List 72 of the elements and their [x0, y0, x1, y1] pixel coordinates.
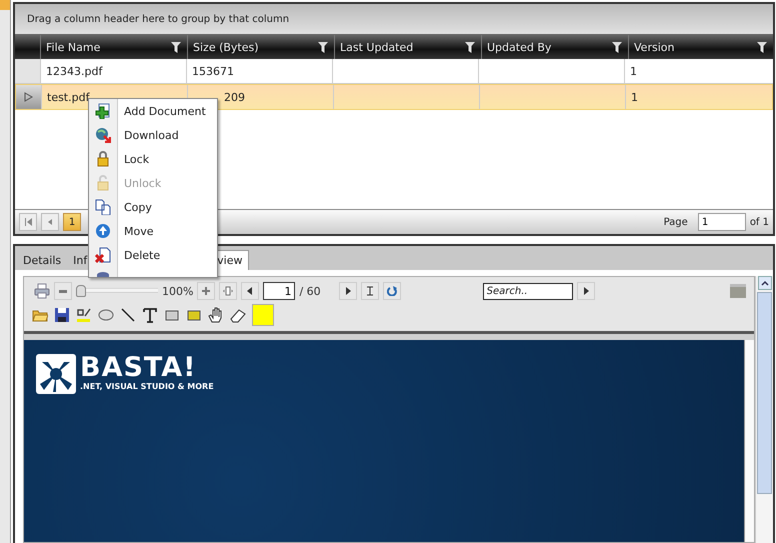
highlight-text-icon[interactable]	[76, 307, 92, 323]
text-select-button[interactable]	[360, 282, 379, 300]
logo-wordmark: BASTA!	[80, 354, 198, 382]
table-cell-text: 1	[630, 90, 639, 106]
column-title: Updated By	[487, 40, 552, 54]
menu-item[interactable]: Lock	[89, 147, 217, 171]
table-cell: 153671	[187, 59, 333, 83]
printer-icon[interactable]	[34, 283, 50, 299]
zoom-out-button[interactable]	[54, 282, 72, 300]
text-select-icon	[364, 286, 375, 296]
column-title: File Name	[46, 40, 100, 54]
scroll-thumb[interactable]	[757, 292, 772, 494]
panel-toggle-icon[interactable]	[730, 283, 746, 299]
filter-icon[interactable]	[757, 42, 767, 52]
zoom-in-icon	[201, 286, 212, 296]
search-go-button[interactable]	[576, 282, 595, 300]
page-number-button[interactable]: 1	[63, 213, 81, 231]
first-page-button[interactable]	[19, 213, 37, 231]
zoom-in-button[interactable]	[197, 282, 216, 300]
table-row[interactable]: 12343.pdf 153671 1	[15, 59, 773, 84]
logo-tagline: .NET, VISUAL STUDIO & MORE	[80, 382, 214, 391]
pointer-icon	[24, 92, 33, 102]
page-total: / 60	[299, 284, 321, 298]
filter-icon[interactable]	[171, 42, 181, 52]
menu-item[interactable]: Move	[89, 219, 217, 243]
table-cell: 12343.pdf	[41, 59, 187, 83]
download-icon	[95, 127, 111, 143]
fit-page-button[interactable]	[219, 282, 238, 300]
menu-item[interactable]: Copy	[89, 195, 217, 219]
text-tool-icon[interactable]	[142, 307, 158, 323]
column-title: Version	[634, 40, 674, 54]
next-page-button[interactable]	[338, 282, 357, 300]
unlock-icon	[95, 175, 111, 191]
column-title: Last Updated	[340, 40, 414, 54]
previous-icon	[48, 219, 52, 225]
page-number-field[interactable]: 1	[263, 282, 296, 300]
filter-icon[interactable]	[465, 42, 475, 52]
filter-icon[interactable]	[612, 42, 622, 52]
save-icon[interactable]	[54, 307, 70, 323]
scroll-up-button[interactable]	[758, 276, 772, 290]
column-header[interactable]: Version	[629, 35, 773, 59]
vertical-scrollbar[interactable]	[755, 276, 773, 543]
add-icon	[95, 103, 111, 119]
page-label: Page	[664, 216, 688, 228]
line-icon[interactable]	[120, 307, 136, 323]
column-title: Size (Bytes)	[193, 40, 259, 54]
lock-icon	[95, 151, 111, 167]
page-input[interactable]: 1	[698, 213, 746, 231]
table-cell-text: 1	[629, 64, 638, 80]
group-panel: Drag a column header here to group by that column	[15, 4, 773, 35]
filter-icon[interactable]	[318, 42, 328, 52]
previous-page-button[interactable]	[241, 282, 260, 300]
fit-page-icon	[223, 286, 234, 296]
row-indicator	[15, 59, 41, 83]
slider-thumb[interactable]	[76, 285, 86, 297]
page-scrollbar[interactable]	[744, 340, 754, 542]
page-count: of 1	[750, 216, 769, 228]
zoom-level: 100%	[162, 284, 194, 298]
first-icon	[24, 218, 32, 226]
move-icon	[95, 223, 111, 239]
delete-icon	[95, 247, 111, 263]
hand-icon[interactable]	[208, 307, 224, 323]
menu-item[interactable]: Download	[89, 123, 217, 147]
ellipse-icon[interactable]	[98, 307, 114, 323]
rotate-button[interactable]	[382, 282, 401, 300]
eraser-icon[interactable]	[230, 307, 246, 323]
rotate-icon	[386, 286, 397, 296]
color-picker[interactable]	[252, 304, 274, 326]
flower-logo-icon	[36, 354, 76, 394]
tab[interactable]: Details	[17, 251, 68, 270]
copy-icon	[95, 199, 111, 215]
search-field[interactable]: Search..	[482, 282, 573, 300]
